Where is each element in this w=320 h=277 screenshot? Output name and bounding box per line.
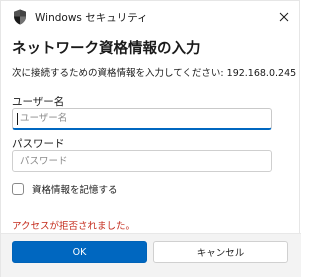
window-title: Windows セキュリティ [35,12,148,24]
cancel-button[interactable]: キャンセル [153,241,288,263]
error-message: アクセスが拒否されました。 [12,221,136,232]
password-label: パスワード [12,138,65,150]
remember-credentials-label: 資格情報を記憶する [32,185,118,196]
username-input[interactable] [12,108,272,130]
password-input[interactable] [12,150,272,172]
credential-dialog: Windows セキュリティ ネットワーク資格情報の入力 次に接続するための資格… [0,0,301,277]
close-icon [279,7,289,26]
title-bar: Windows セキュリティ [1,1,301,31]
ok-button[interactable]: OK [12,241,147,263]
text-caret [17,113,18,125]
shield-icon [13,9,27,25]
close-button[interactable] [267,1,301,31]
remember-credentials-checkbox[interactable] [12,183,24,195]
dialog-description: 次に接続するための資格情報を入力してください: 192.168.0.245 [12,68,297,79]
remember-credentials-row[interactable]: 資格情報を記憶する [12,182,118,196]
username-label: ユーザー名 [12,96,65,108]
dialog-heading: ネットワーク資格情報の入力 [12,41,201,57]
